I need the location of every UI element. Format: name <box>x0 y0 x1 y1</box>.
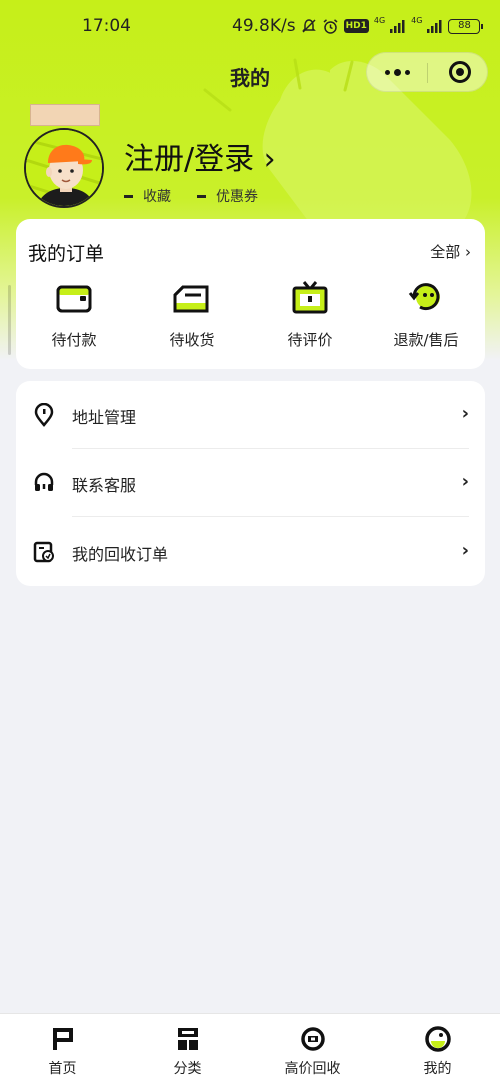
orders-title: 我的订单 <box>28 243 105 265</box>
scroll-indicator <box>8 285 11 355</box>
net-type-1: 4G <box>373 15 386 25</box>
menu-item-address[interactable]: 地址管理 › <box>16 381 485 449</box>
orders-card: 我的订单 全部 › 待付款 待收货 待评价 退款/售后 <box>16 219 485 369</box>
order-item-label: 待评价 <box>287 331 333 349</box>
menu-item-label: 我的回收订单 <box>72 545 169 564</box>
tab-label: 分类 <box>173 1061 202 1077</box>
headset-icon <box>34 472 54 491</box>
capsule-divider <box>427 63 428 83</box>
coupons-label: 优惠券 <box>216 189 258 205</box>
order-pending-delivery[interactable]: 待收货 <box>142 277 242 350</box>
net-type-2: 4G <box>411 15 423 25</box>
orders-all-link[interactable]: 全部 › <box>430 241 471 262</box>
mute-icon <box>301 19 316 33</box>
status-icons: 49.8K/s HD1 4G 4G 88 <box>232 15 484 36</box>
menu-card: 地址管理 › 联系客服 › 我的回收订单 › <box>16 381 485 586</box>
menu-item-label: 地址管理 <box>72 408 137 427</box>
recycle-order-icon <box>33 541 54 563</box>
menu-item-recycle-orders[interactable]: 我的回收订单 › <box>16 518 485 586</box>
delivery-truck-icon <box>173 285 209 313</box>
tab-profile[interactable]: 我的 <box>375 1024 500 1078</box>
category-icon <box>177 1028 198 1050</box>
status-time: 17:04 <box>82 16 131 36</box>
alarm-icon <box>323 18 338 34</box>
tab-recycle[interactable]: 高价回收 <box>250 1024 375 1078</box>
chevron-right-icon: › <box>461 471 469 492</box>
dash-icon <box>124 194 133 198</box>
tab-category[interactable]: 分类 <box>125 1024 250 1078</box>
menu-divider <box>72 516 469 517</box>
coupons-link[interactable]: 优惠券 <box>197 186 258 206</box>
home-icon <box>52 1028 73 1050</box>
menu-item-customer-service[interactable]: 联系客服 › <box>16 449 485 517</box>
tab-home[interactable]: 首页 <box>0 1024 125 1078</box>
order-pending-review[interactable]: 待评价 <box>260 277 360 350</box>
avatar-tag <box>30 104 100 126</box>
location-pin-icon <box>34 403 54 427</box>
tab-bar: 首页 分类 高价回收 我的 <box>0 1013 500 1083</box>
order-item-label: 待收货 <box>169 331 215 349</box>
close-button[interactable] <box>449 61 471 83</box>
profile-icon <box>424 1026 451 1052</box>
signal-icon <box>390 20 405 33</box>
order-pending-payment[interactable]: 待付款 <box>24 277 124 350</box>
tab-label: 高价回收 <box>284 1061 341 1077</box>
refund-icon <box>408 283 440 311</box>
recycle-icon <box>300 1027 325 1051</box>
favorites-link[interactable]: 收藏 <box>124 186 171 206</box>
more-button[interactable] <box>367 53 427 91</box>
favorites-label: 收藏 <box>143 189 171 205</box>
signal-icon-2 <box>427 20 442 33</box>
login-register-link[interactable]: 注册/登录 › <box>124 134 276 178</box>
order-item-label: 待付款 <box>51 331 97 349</box>
tv-review-icon <box>292 281 328 314</box>
tab-label: 首页 <box>48 1061 77 1077</box>
tab-label: 我的 <box>423 1061 452 1077</box>
chevron-right-icon: › <box>461 403 469 424</box>
net-speed: 49.8K/s <box>232 16 296 36</box>
battery-indicator: 88 <box>448 18 484 34</box>
order-refund[interactable]: 退款/售后 <box>376 277 476 350</box>
avatar[interactable] <box>24 128 104 208</box>
status-bar: 17:04 49.8K/s HD1 4G 4G 88 <box>0 0 500 56</box>
dash-icon <box>197 194 206 198</box>
profile-sub-links: 收藏 优惠券 <box>124 186 258 206</box>
wallet-icon <box>56 285 92 313</box>
order-item-label: 退款/售后 <box>393 331 459 349</box>
menu-item-label: 联系客服 <box>72 476 137 495</box>
hd-badge: HD1 <box>343 19 369 33</box>
mini-program-capsule <box>366 52 488 92</box>
chevron-right-icon: › <box>461 540 469 561</box>
